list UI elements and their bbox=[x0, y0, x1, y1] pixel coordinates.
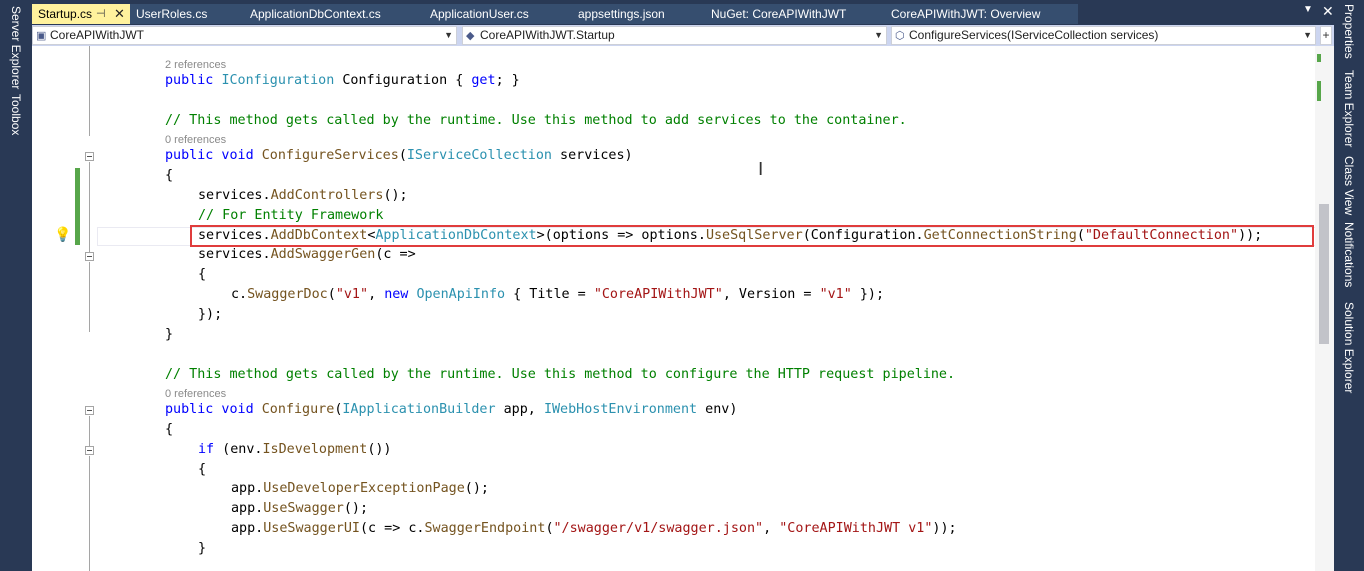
codelens-references[interactable]: 0 references bbox=[165, 387, 226, 401]
tab-startup-cs[interactable]: Startup.cs ⊣ ✕ bbox=[32, 4, 130, 24]
outline-line bbox=[89, 46, 90, 136]
solution-explorer-tab[interactable]: Solution Explorer bbox=[1342, 302, 1356, 393]
code-line: services.AddControllers(); bbox=[198, 188, 408, 203]
class-icon: ◆ bbox=[466, 30, 475, 42]
outline-line bbox=[89, 262, 90, 332]
tab-nuget[interactable]: NuGet: CoreAPIWithJWT bbox=[705, 4, 885, 24]
code-line: } bbox=[198, 541, 207, 556]
type-dropdown[interactable]: ◆ CoreAPIWithJWT.Startup ▼ bbox=[462, 26, 887, 45]
collapse-icon[interactable] bbox=[85, 152, 94, 161]
tab-appsettings-json[interactable]: appsettings.json bbox=[572, 4, 705, 24]
lightbulb-icon[interactable]: 💡 bbox=[54, 226, 71, 243]
notifications-tab[interactable]: Notifications bbox=[1342, 222, 1356, 287]
change-indicator bbox=[75, 168, 80, 245]
properties-tab[interactable]: Properties bbox=[1342, 4, 1356, 59]
code-line: { bbox=[165, 422, 174, 437]
class-view-tab[interactable]: Class View bbox=[1342, 156, 1356, 215]
right-dock: Properties Team Explorer Class View Noti… bbox=[1334, 0, 1364, 571]
chevron-down-icon: ▼ bbox=[874, 30, 883, 40]
code-comment: // This method gets called by the runtim… bbox=[165, 113, 907, 128]
member-label: ConfigureServices(IServiceCollection ser… bbox=[909, 28, 1159, 42]
code-line: { bbox=[198, 462, 207, 477]
outline-line bbox=[89, 456, 90, 571]
type-label: CoreAPIWithJWT.Startup bbox=[480, 28, 615, 42]
server-explorer-tab[interactable]: Server Explorer bbox=[9, 6, 23, 89]
project-label: CoreAPIWithJWT bbox=[50, 28, 145, 42]
pin-icon[interactable]: ⊣ bbox=[96, 4, 106, 24]
member-dropdown[interactable]: ⬡ ConfigureServices(IServiceCollection se… bbox=[891, 26, 1316, 45]
outline-line bbox=[89, 162, 90, 252]
left-dock: Server Explorer Toolbox bbox=[0, 0, 32, 571]
codelens-references[interactable]: 0 references bbox=[165, 133, 226, 147]
scroll-marker bbox=[1317, 54, 1321, 62]
collapse-icon[interactable] bbox=[85, 406, 94, 415]
collapse-icon[interactable] bbox=[85, 252, 94, 261]
tab-applicationdbcontext-cs[interactable]: ApplicationDbContext.cs bbox=[244, 4, 424, 24]
scroll-marker bbox=[1317, 81, 1321, 101]
code-line: public void ConfigureServices(IServiceCo… bbox=[165, 148, 633, 163]
tab-overview[interactable]: CoreAPIWithJWT: Overview bbox=[885, 4, 1078, 24]
codelens-references[interactable]: 2 references bbox=[165, 58, 226, 72]
close-document-icon[interactable]: ✕ bbox=[1322, 3, 1334, 20]
outline-line bbox=[89, 416, 90, 446]
navigation-bar: ▣ CoreAPIWithJWT ▼ ◆ CoreAPIWithJWT.Startu… bbox=[32, 25, 1334, 46]
method-icon: ⬡ bbox=[895, 30, 905, 42]
tab-userroles-cs[interactable]: UserRoles.cs bbox=[130, 4, 244, 24]
csharp-project-icon: ▣ bbox=[36, 30, 47, 42]
code-line: services.AddSwaggerGen(c => bbox=[198, 247, 416, 262]
code-comment: // For Entity Framework bbox=[198, 208, 384, 223]
tab-list-dropdown-icon[interactable]: ▼ bbox=[1303, 4, 1313, 15]
code-line: } bbox=[165, 327, 174, 342]
scrollbar-thumb[interactable] bbox=[1319, 204, 1329, 344]
tab-applicationuser-cs[interactable]: ApplicationUser.cs bbox=[424, 4, 572, 24]
project-dropdown[interactable]: ▣ CoreAPIWithJWT ▼ bbox=[32, 26, 457, 45]
chevron-down-icon: ▼ bbox=[444, 30, 453, 40]
code-line: { bbox=[198, 267, 207, 282]
text-cursor-icon: I bbox=[758, 159, 764, 180]
collapse-icon[interactable] bbox=[85, 446, 94, 455]
code-comment: // This method gets called by the runtim… bbox=[165, 367, 956, 382]
tab-label: Startup.cs bbox=[38, 7, 93, 21]
code-line: app.UseDeveloperExceptionPage(); bbox=[231, 481, 489, 496]
toolbox-tab[interactable]: Toolbox bbox=[9, 94, 23, 135]
code-line: app.UseSwaggerUI(c => c.SwaggerEndpoint(… bbox=[231, 521, 957, 536]
split-window-button[interactable]: + bbox=[1320, 26, 1332, 45]
code-line: public IConfiguration Configuration { ge… bbox=[165, 73, 520, 88]
vertical-scrollbar[interactable] bbox=[1315, 46, 1334, 571]
code-line: c.SwaggerDoc("v1", new OpenApiInfo { Tit… bbox=[231, 287, 885, 302]
document-tab-strip: Startup.cs ⊣ ✕ UserRoles.cs ApplicationD… bbox=[32, 0, 1334, 25]
code-line: public void Configure(IApplicationBuilde… bbox=[165, 402, 738, 417]
chevron-down-icon: ▼ bbox=[1303, 30, 1312, 40]
code-line: if (env.IsDevelopment()) bbox=[198, 442, 392, 457]
team-explorer-tab[interactable]: Team Explorer bbox=[1342, 70, 1356, 147]
glyph-margin bbox=[32, 46, 72, 571]
code-line: { bbox=[165, 168, 174, 183]
code-line: }); bbox=[198, 307, 223, 322]
code-line: app.UseSwagger(); bbox=[231, 501, 369, 516]
code-editor[interactable]: 💡 2 references public IConfiguration Con… bbox=[32, 46, 1334, 571]
code-line-selected: services.AddDbContext<ApplicationDbConte… bbox=[198, 228, 1263, 243]
close-icon[interactable]: ✕ bbox=[114, 4, 125, 24]
